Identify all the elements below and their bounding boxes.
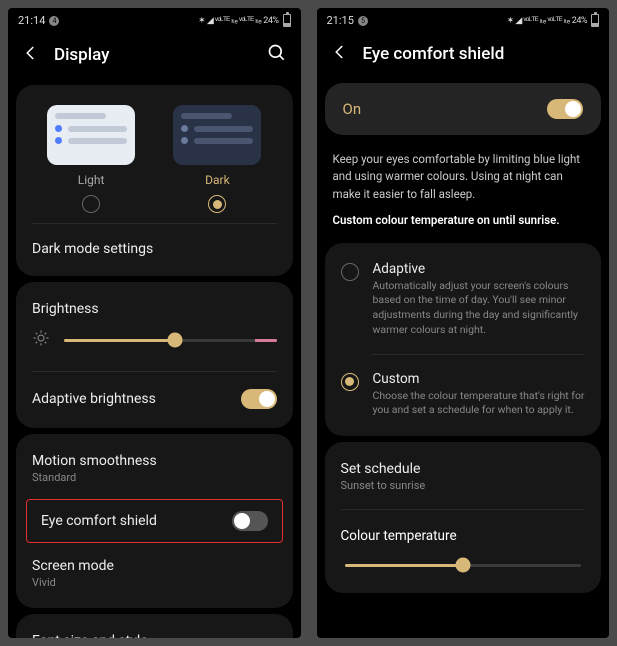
brightness-slider[interactable] bbox=[64, 339, 277, 342]
temperature-slider[interactable] bbox=[345, 564, 582, 567]
back-icon[interactable] bbox=[22, 44, 40, 66]
header: Display bbox=[8, 31, 301, 79]
adaptive-brightness-label: Adaptive brightness bbox=[32, 391, 156, 407]
status-right: ✶ ◢ ᵛᵒᴸᵀᴱ ₗₜₑ ᵛᵒᴸᵀᴱ ₗₜₑ 24% bbox=[507, 14, 599, 27]
page-title: Display bbox=[54, 45, 253, 65]
sun-icon bbox=[32, 329, 50, 351]
adaptive-title: Adaptive bbox=[373, 261, 586, 277]
temperature-block: Colour temperature bbox=[325, 514, 602, 587]
description-text: Keep your eyes comfortable by limiting b… bbox=[333, 151, 594, 203]
theme-option-light[interactable]: Light bbox=[47, 105, 135, 213]
status-time: 21:14 bbox=[18, 14, 45, 27]
description-block: Keep your eyes comfortable by limiting b… bbox=[317, 141, 610, 237]
motion-label: Motion smoothness bbox=[32, 453, 157, 469]
adaptive-brightness-toggle[interactable] bbox=[241, 389, 277, 409]
phone-display-settings: 21:14 4 ✶ ◢ ᵛᵒᴸᵀᴱ ₗₜₑ ᵛᵒᴸᵀᴱ ₗₜₑ 24% Disp… bbox=[8, 8, 301, 638]
battery-icon bbox=[591, 14, 599, 27]
brightness-header: Brightness bbox=[16, 288, 293, 319]
status-bar: 21:15 5 ✶ ◢ ᵛᵒᴸᵀᴱ ₗₜₑ ᵛᵒᴸᵀᴱ ₗₜₑ 24% bbox=[317, 8, 610, 31]
description-bold: Custom colour temperature on until sunri… bbox=[333, 213, 594, 227]
schedule-label: Set schedule bbox=[341, 461, 426, 477]
mode-section: Adaptive Automatically adjust your scree… bbox=[325, 243, 602, 436]
divider bbox=[371, 354, 586, 355]
master-toggle-row[interactable]: On bbox=[325, 83, 602, 135]
display-options-section: Motion smoothness Standard Eye comfort s… bbox=[16, 434, 293, 608]
status-indicators: ✶ ◢ ᵛᵒᴸᵀᴱ ₗₜₑ ᵛᵒᴸᵀᴱ ₗₜₑ bbox=[507, 15, 570, 26]
temperature-label: Colour temperature bbox=[341, 528, 586, 544]
phone-eye-comfort: 21:15 5 ✶ ◢ ᵛᵒᴸᵀᴱ ₗₜₑ ᵛᵒᴸᵀᴱ ₗₜₑ 24% Eye … bbox=[317, 8, 610, 638]
custom-title: Custom bbox=[373, 371, 586, 387]
battery-pct: 24% bbox=[572, 16, 587, 26]
font-item[interactable]: Font size and style bbox=[16, 620, 293, 638]
custom-desc: Choose the colour temperature that's rig… bbox=[373, 389, 586, 418]
divider bbox=[32, 223, 277, 224]
radio-adaptive[interactable] bbox=[341, 263, 359, 281]
theme-label-dark: Dark bbox=[205, 173, 230, 187]
back-icon[interactable] bbox=[331, 43, 349, 65]
status-right: ✶ ◢ ᵛᵒᴸᵀᴱ ₗₜₑ ᵛᵒᴸᵀᴱ ₗₜₑ 24% bbox=[198, 14, 290, 27]
search-icon[interactable] bbox=[267, 43, 287, 67]
notification-dot-icon: 5 bbox=[358, 16, 368, 26]
adaptive-brightness-item[interactable]: Adaptive brightness bbox=[16, 376, 293, 422]
font-label: Font size and style bbox=[32, 633, 148, 638]
status-time: 21:15 bbox=[327, 14, 354, 27]
battery-pct: 24% bbox=[263, 16, 278, 26]
eye-comfort-highlight: Eye comfort shield bbox=[26, 499, 283, 543]
dark-mode-settings-label: Dark mode settings bbox=[32, 241, 153, 257]
divider bbox=[32, 371, 277, 372]
brightness-section: Brightness Adaptive brightness bbox=[16, 282, 293, 428]
brightness-slider-row bbox=[16, 319, 293, 367]
schedule-temp-section: Set schedule Sunset to sunrise Colour te… bbox=[325, 442, 602, 593]
radio-dark[interactable] bbox=[208, 195, 226, 213]
radio-custom[interactable] bbox=[341, 373, 359, 391]
divider bbox=[341, 509, 586, 510]
brightness-label: Brightness bbox=[32, 301, 99, 317]
header: Eye comfort shield bbox=[317, 31, 610, 77]
status-indicators: ✶ ◢ ᵛᵒᴸᵀᴱ ₗₜₑ ᵛᵒᴸᵀᴱ ₗₜₑ bbox=[198, 15, 261, 26]
master-toggle[interactable] bbox=[547, 99, 583, 119]
schedule-item[interactable]: Set schedule Sunset to sunrise bbox=[325, 448, 602, 505]
status-bar: 21:14 4 ✶ ◢ ᵛᵒᴸᵀᴱ ₗₜₑ ᵛᵒᴸᵀᴱ ₗₜₑ 24% bbox=[8, 8, 301, 31]
theme-option-dark[interactable]: Dark bbox=[173, 105, 261, 213]
status-left: 21:15 5 bbox=[327, 14, 368, 27]
theme-row: Light Dark bbox=[16, 91, 293, 219]
adaptive-desc: Automatically adjust your screen's colou… bbox=[373, 279, 586, 338]
eye-comfort-toggle[interactable] bbox=[232, 511, 268, 531]
page-title: Eye comfort shield bbox=[363, 44, 596, 64]
eye-comfort-label: Eye comfort shield bbox=[41, 513, 157, 529]
battery-icon bbox=[283, 14, 291, 27]
schedule-sub: Sunset to sunrise bbox=[341, 479, 426, 492]
adaptive-option[interactable]: Adaptive Automatically adjust your scree… bbox=[325, 249, 602, 350]
font-section: Font size and style Screen zoom bbox=[16, 614, 293, 638]
theme-section: Light Dark Dark mode settings bbox=[16, 85, 293, 276]
motion-sub: Standard bbox=[32, 471, 157, 484]
notification-dot-icon: 4 bbox=[49, 16, 59, 26]
theme-preview-dark bbox=[173, 105, 261, 165]
radio-light[interactable] bbox=[82, 195, 100, 213]
master-toggle-label: On bbox=[343, 100, 362, 118]
theme-preview-light bbox=[47, 105, 135, 165]
dark-mode-settings-item[interactable]: Dark mode settings bbox=[16, 228, 293, 270]
theme-label-light: Light bbox=[78, 173, 105, 187]
eye-comfort-item[interactable]: Eye comfort shield bbox=[27, 500, 282, 542]
motion-smoothness-item[interactable]: Motion smoothness Standard bbox=[16, 440, 293, 497]
screen-mode-label: Screen mode bbox=[32, 558, 114, 574]
screen-mode-item[interactable]: Screen mode Vivid bbox=[16, 545, 293, 602]
screen-mode-sub: Vivid bbox=[32, 576, 114, 589]
custom-option[interactable]: Custom Choose the colour temperature tha… bbox=[325, 359, 602, 430]
status-left: 21:14 4 bbox=[18, 14, 59, 27]
